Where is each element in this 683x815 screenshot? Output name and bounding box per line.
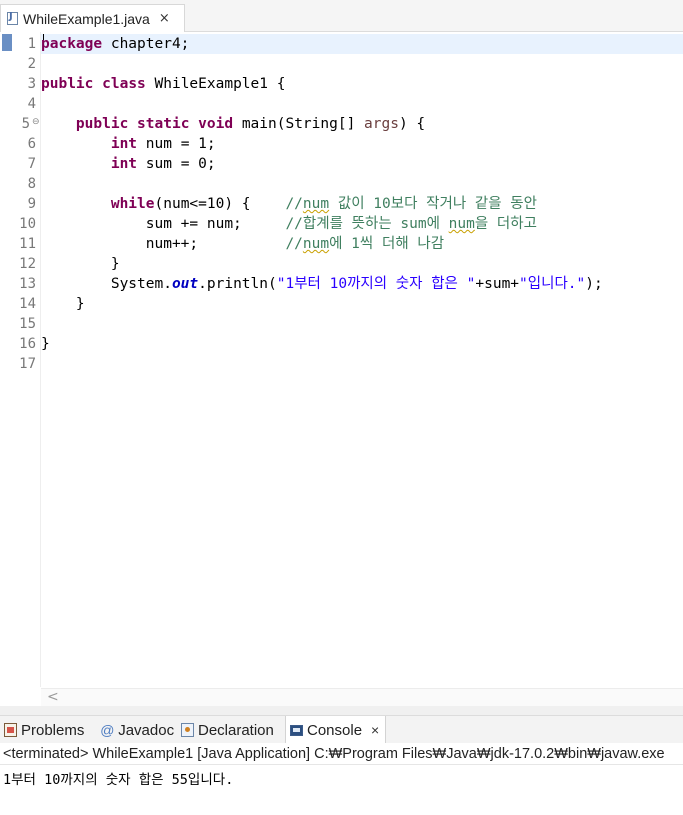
view-tab-bar: Problems @ Javadoc Declaration Console ×	[0, 715, 683, 744]
line-number: 10	[19, 216, 36, 232]
line-number: 5	[21, 116, 30, 132]
console-status-line: <terminated> WhileExample1 [Java Applica…	[0, 743, 683, 765]
declaration-icon	[181, 723, 194, 737]
problems-icon	[4, 723, 17, 737]
code-line: }	[41, 336, 50, 352]
line-number: 8	[27, 176, 36, 192]
code-line: sum += num; //합계를 뜻하는 sum에 num을 더하고	[41, 216, 537, 232]
line-number-gutter: 1 2 3 4 5 ⊖ 6 7 8 9 10 11 12 13 14 15 16…	[12, 32, 41, 687]
tab-problems[interactable]: Problems	[4, 716, 84, 744]
tab-problems-label: Problems	[21, 721, 85, 739]
javadoc-icon: @	[100, 722, 115, 738]
code-line: public class WhileExample1 {	[41, 76, 286, 92]
line-number: 11	[19, 236, 36, 252]
line-number: 7	[27, 156, 36, 172]
tab-declaration-label: Declaration	[198, 721, 274, 739]
editor-tab-title: WhileExample1.java	[23, 10, 150, 27]
line-number: 17	[19, 356, 36, 372]
editor-tab-bar: WhileExample1.java ×	[0, 0, 683, 32]
fold-collapse-icon[interactable]: ⊖	[32, 117, 40, 127]
close-icon[interactable]: ×	[159, 11, 170, 26]
tab-console-label: Console	[307, 721, 363, 739]
close-icon[interactable]: ×	[371, 722, 379, 738]
line-number: 1	[27, 36, 36, 52]
tab-console[interactable]: Console ×	[285, 716, 387, 744]
console-output-line: 1부터 10까지의 숫자 합은 55입니다.	[3, 772, 234, 788]
line-number: 16	[19, 336, 36, 352]
line-number: 12	[19, 256, 36, 272]
line-number: 13	[19, 276, 36, 292]
code-line: }	[41, 256, 120, 272]
code-line: System.out.println("1부터 10까지의 숫자 합은 "+su…	[41, 276, 603, 292]
line-number: 6	[27, 136, 36, 152]
line-number: 2	[27, 56, 36, 72]
code-line: while(num<=10) { //num 값이 10보다 작거나 같을 동안	[110, 196, 537, 212]
horizontal-scrollbar[interactable]: <	[41, 688, 683, 706]
java-file-icon	[7, 11, 18, 25]
sash-divider[interactable]	[0, 706, 683, 715]
line-number: 15	[19, 316, 36, 332]
line-number: 9	[27, 196, 36, 212]
code-line: public static void main(String[] args) {	[75, 116, 426, 132]
line-number: 3	[27, 76, 36, 92]
editor-tab-whileexample1[interactable]: WhileExample1.java ×	[0, 4, 185, 32]
tab-javadoc[interactable]: @ Javadoc	[100, 716, 174, 744]
code-editor[interactable]: package chapter4; public class WhileExam…	[41, 32, 683, 687]
line-number: 14	[19, 296, 36, 312]
scroll-left-icon[interactable]: <	[47, 689, 59, 705]
code-line: int num = 1;	[110, 136, 216, 152]
console-output[interactable]: 1부터 10까지의 숫자 합은 55입니다.	[0, 765, 683, 815]
code-line: }	[41, 296, 85, 312]
console-icon	[290, 724, 303, 736]
current-line-marker	[2, 34, 12, 51]
code-line: package chapter4;	[41, 36, 190, 52]
line-number: 4	[27, 96, 36, 112]
tab-declaration[interactable]: Declaration	[181, 716, 274, 744]
tab-javadoc-label: Javadoc	[118, 721, 175, 739]
code-line: int sum = 0;	[110, 156, 216, 172]
code-line: num++; //num에 1씩 더해 나감	[41, 236, 445, 252]
